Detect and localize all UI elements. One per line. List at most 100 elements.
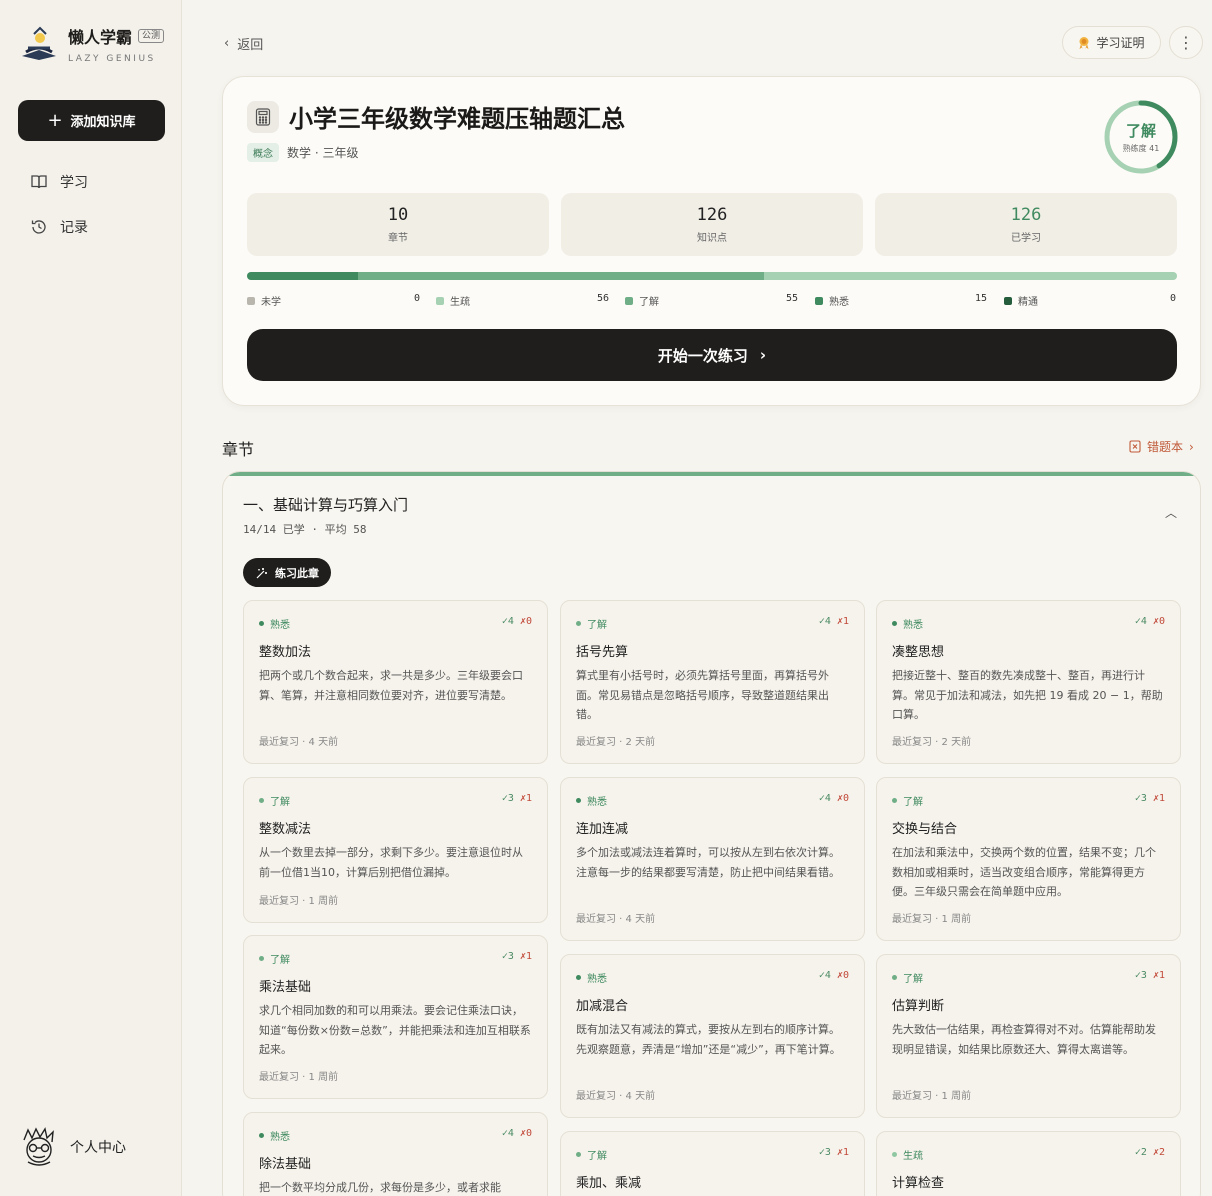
level-dot xyxy=(892,621,897,626)
recent-review: 最近复习 · 4 天前 xyxy=(576,1091,656,1102)
legend-value: 0 xyxy=(1169,293,1176,304)
knowledge-point-card[interactable]: 熟悉 ✓4 ✗0 凑整思想 把接近整十、整百的数先凑成整十、整百，再进行计算。常见于… xyxy=(876,600,1181,764)
correct-count: ✓4 xyxy=(501,616,514,627)
stat-value: 126 xyxy=(696,205,728,225)
recent-review: 最近复习 · 4 天前 xyxy=(259,737,339,748)
sidebar-item-history[interactable]: 记录 xyxy=(30,217,88,237)
correct-count: ✓3 xyxy=(818,1147,831,1158)
level-label: 了解 xyxy=(587,1151,607,1162)
recent-review: 最近复习 · 2 天前 xyxy=(576,737,656,748)
recent-review: 最近复习 · 1 周前 xyxy=(892,1091,972,1102)
correct-count: ✓4 xyxy=(501,1128,514,1139)
magic-wand-icon xyxy=(256,567,267,578)
knowledge-point-card[interactable]: 熟悉 ✓4 ✗0 整数加法 把两个或几个数合起来，求一共是多少。三年级要会口算、笔算… xyxy=(243,600,548,764)
knowledge-base-overview: 小学三年级数学难题压轴题汇总 概念 数学 · 三年级 了解 熟练度 41 10 … xyxy=(222,76,1201,406)
level-label: 了解 xyxy=(903,797,923,808)
legend-item-unfamiliar: 生疏 xyxy=(436,293,470,308)
add-knowledge-base-button[interactable]: + 添加知识库 xyxy=(18,100,165,141)
knowledge-point-name: 交换与结合 xyxy=(892,822,958,837)
back-label: 返回 xyxy=(237,38,264,53)
chapter-card: 一、基础计算与巧算入门 14/14 已学 · 平均 58 ︿ 练习此章 熟悉 ✓4… xyxy=(222,471,1201,1196)
level-dot xyxy=(892,798,897,803)
wrong-count: ✗1 xyxy=(836,1147,849,1158)
recent-review: 最近复习 · 2 天前 xyxy=(892,737,972,748)
recent-review: 最近复习 · 1 周前 xyxy=(259,896,339,907)
correct-count: ✓4 xyxy=(818,970,831,981)
knowledge-point-card[interactable]: 了解 ✓3 ✗1 交换与结合 在加法和乘法中，交换两个数的位置，结果不变；几个数相加… xyxy=(876,777,1181,941)
plus-icon: + xyxy=(47,109,63,131)
knowledge-point-desc: 既有加法又有减法的算式，要按从左到右的顺序计算。先观察题意，弄清是“增加”还是“… xyxy=(576,1023,841,1056)
knowledge-point-desc: 把一个数平均分成几份，求每份是多少，或者求能 xyxy=(259,1181,501,1194)
legend-label: 生疏 xyxy=(450,297,470,308)
level-dot xyxy=(576,798,581,803)
knowledge-point-card[interactable]: 了解 ✓3 ✗1 乘加、乘减 xyxy=(560,1131,865,1196)
correct-count: ✓3 xyxy=(1134,793,1147,804)
knowledge-point-card[interactable]: 熟悉 ✓4 ✗0 除法基础 把一个数平均分成几份，求每份是多少，或者求能 xyxy=(243,1112,548,1196)
kb-meta: 概念 数学 · 三年级 xyxy=(247,143,358,162)
level-label: 熟悉 xyxy=(903,620,923,631)
certificate-label: 学习证明 xyxy=(1096,36,1145,50)
knowledge-point-desc: 先大致估一估结果，再检查算得对不对。估算能帮助发现明显错误，如结果比原数还大、算… xyxy=(892,1023,1156,1056)
knowledge-point-desc: 从一个数里去掉一部分，求剩下多少。要注意退位时从前一位借1当10，计算后别把借位… xyxy=(259,846,523,879)
mastery-distribution-bar xyxy=(247,272,1177,280)
knowledge-point-card[interactable]: 熟悉 ✓4 ✗0 加减混合 既有加法又有减法的算式，要按从左到右的顺序计算。先观察题… xyxy=(560,954,865,1118)
brand[interactable]: 懒人学霸 公测 LAZY GENIUS xyxy=(20,24,165,64)
more-options-button[interactable]: ⋮ xyxy=(1169,26,1203,59)
profile-link[interactable]: 个人中心 xyxy=(18,1126,126,1168)
sidebar-item-label: 学习 xyxy=(60,175,88,191)
knowledge-point-desc: 算式里有小括号时，必须先算括号里面，再算括号外面。常见易错点是忽略括号顺序，导致… xyxy=(576,669,829,721)
level-dot xyxy=(892,975,897,980)
back-button[interactable]: ‹ 返回 xyxy=(224,34,263,53)
proficiency-value: 熟练度 41 xyxy=(1122,144,1160,153)
knowledge-point-name: 计算检查 xyxy=(892,1176,945,1191)
knowledge-point-name: 加减混合 xyxy=(576,999,629,1014)
stat-knowledge-points: 126 知识点 xyxy=(561,193,863,256)
section-title: 章节 xyxy=(222,440,255,459)
knowledge-point-card[interactable]: 熟悉 ✓4 ✗0 连加连减 多个加法或减法连着算时，可以按从左到右依次计算。注意每一… xyxy=(560,777,865,941)
level-label: 熟悉 xyxy=(587,797,607,808)
calculator-icon xyxy=(247,101,279,133)
sidebar-item-label: 记录 xyxy=(60,220,88,236)
level-label: 熟悉 xyxy=(270,620,290,631)
knowledge-point-card[interactable]: 了解 ✓3 ✗1 整数减法 从一个数里去掉一部分，求剩下多少。要注意退位时从前一位借… xyxy=(243,777,548,923)
correct-count: ✓4 xyxy=(818,616,831,627)
wrongbook-label: 错题本 xyxy=(1147,440,1184,454)
practice-chapter-label: 练习此章 xyxy=(275,566,319,580)
correct-count: ✓2 xyxy=(1134,1147,1147,1158)
wrong-count: ✗0 xyxy=(836,793,849,804)
legend-label: 未学 xyxy=(261,297,281,308)
stat-label: 章节 xyxy=(388,233,408,244)
knowledge-point-card[interactable]: 了解 ✓4 ✗1 括号先算 算式里有小括号时，必须先算括号里面，再算括号外面。常见易… xyxy=(560,600,865,764)
correct-count: ✓3 xyxy=(1134,970,1147,981)
practice-chapter-button[interactable]: 练习此章 xyxy=(243,558,331,587)
avatar xyxy=(23,1127,54,1166)
wrong-count: ✗1 xyxy=(1152,970,1165,981)
start-practice-button[interactable]: 开始一次练习 › xyxy=(247,329,1177,381)
chapter-meta: 14/14 已学 · 平均 58 xyxy=(243,523,367,536)
chevron-up-icon[interactable]: ︿ xyxy=(1165,504,1177,521)
knowledge-point-name: 凑整思想 xyxy=(892,645,945,660)
knowledge-point-name: 整数加法 xyxy=(259,645,312,660)
knowledge-point-card[interactable]: 了解 ✓3 ✗1 估算判断 先大致估一估结果，再检查算得对不对。估算能帮助发现明显错… xyxy=(876,954,1181,1118)
chapter-title[interactable]: 一、基础计算与巧算入门 xyxy=(243,494,408,515)
certificate-button[interactable]: 学习证明 xyxy=(1062,26,1161,59)
distribution-segment xyxy=(357,272,764,280)
level-dot xyxy=(576,975,581,980)
correct-count: ✓3 xyxy=(501,793,514,804)
wrongbook-link[interactable]: 错题本 › xyxy=(1129,438,1194,455)
chevron-left-icon: ‹ xyxy=(224,36,230,51)
start-practice-label: 开始一次练习 xyxy=(657,346,748,365)
level-dot xyxy=(576,621,581,626)
sidebar-item-learn[interactable]: 学习 xyxy=(30,172,88,192)
level-label: 了解 xyxy=(587,620,607,631)
recent-review: 最近复习 · 4 天前 xyxy=(576,914,656,925)
knowledge-point-desc: 在加法和乘法中，交换两个数的位置，结果不变；几个数相加或相乘时，适当改变组合顺序… xyxy=(892,846,1156,898)
knowledge-point-desc: 多个加法或减法连着算时，可以按从左到右依次计算。注意每一步的结果都要写清楚，防止… xyxy=(576,846,840,879)
page-title: 小学三年级数学难题压轴题汇总 xyxy=(289,104,625,133)
wrong-count: ✗2 xyxy=(1152,1147,1165,1158)
wrongbook-icon xyxy=(1129,440,1141,453)
knowledge-point-card[interactable]: 生疏 ✓2 ✗2 计算检查 xyxy=(876,1131,1181,1196)
legend-value: 55 xyxy=(785,293,798,304)
knowledge-point-card[interactable]: 了解 ✓3 ✗1 乘法基础 求几个相同加数的和可以用乘法。要会记住乘法口诀，知道“每… xyxy=(243,935,548,1099)
mastery-label: 了解 熟练度 41 xyxy=(1103,99,1179,175)
